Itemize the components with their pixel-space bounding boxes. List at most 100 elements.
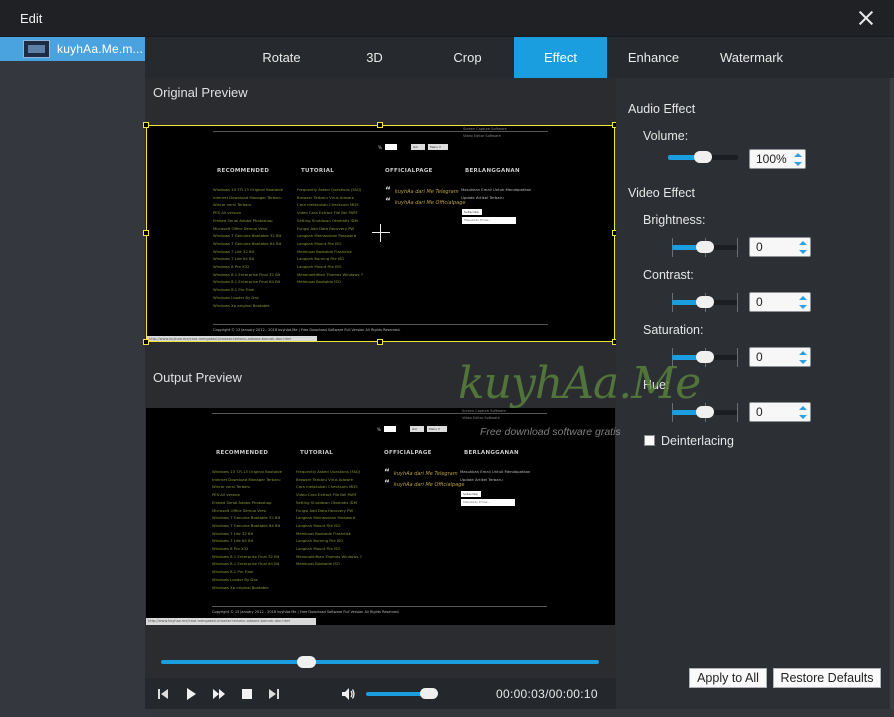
site-email-field: Masukkan Email... bbox=[461, 499, 515, 506]
site-column-header: OFFICIALPAGE bbox=[384, 450, 432, 456]
site-sidebar-links: Screen Capture Software Video Editor Soft… bbox=[463, 127, 507, 138]
site-tutorial-list: Frequently Asked Questions (FAQ) Browser … bbox=[297, 187, 364, 285]
spin-arrows-icon[interactable] bbox=[799, 295, 808, 310]
hue-slider-handle[interactable] bbox=[696, 406, 714, 418]
stop-icon[interactable] bbox=[239, 686, 255, 702]
tab-effect[interactable]: Effect bbox=[514, 37, 607, 78]
crop-center-crosshair-icon[interactable] bbox=[372, 224, 390, 242]
skip-end-icon[interactable] bbox=[266, 686, 282, 702]
site-column-header: RECOMMENDED bbox=[216, 450, 269, 456]
volume-icon[interactable] bbox=[340, 686, 356, 702]
brightness-value: 0 bbox=[756, 240, 763, 254]
site-column-header: BERLANGGANAN bbox=[465, 168, 520, 174]
contrast-label: Contrast: bbox=[643, 268, 694, 282]
deinterlacing-label: Deinterlacing bbox=[661, 434, 734, 448]
output-preview-video: Screen Capture Software Video Editor Soft… bbox=[146, 408, 615, 625]
saturation-label: Saturation: bbox=[643, 323, 704, 337]
brightness-slider[interactable] bbox=[672, 238, 738, 257]
saturation-slider[interactable] bbox=[672, 348, 738, 367]
play-icon[interactable] bbox=[183, 686, 199, 702]
skip-start-icon[interactable] bbox=[155, 686, 171, 702]
volume-spinbox[interactable]: 100% bbox=[749, 149, 806, 169]
crop-handle-left[interactable] bbox=[143, 230, 149, 236]
tab-watermark[interactable]: Watermark bbox=[700, 37, 803, 78]
tab-rotate[interactable]: Rotate bbox=[235, 37, 328, 78]
site-copyright: Copyright © 13 January 2012 - 2018 kuyhA… bbox=[213, 328, 401, 332]
tab-3d[interactable]: 3D bbox=[328, 37, 421, 78]
crop-handle-bottom-left[interactable] bbox=[143, 339, 149, 345]
restore-defaults-button[interactable]: Restore Defaults bbox=[773, 668, 881, 688]
crop-handle-top[interactable] bbox=[377, 122, 383, 128]
site-recommended-list: Windows 10 T.R.13 Original Bootable Inter… bbox=[213, 187, 283, 308]
site-copyright: Copyright © 13 January 2012 - 2018 kuyhA… bbox=[212, 610, 400, 614]
original-preview-frame[interactable]: Screen Capture Software Video Editor Soft… bbox=[146, 125, 615, 342]
contrast-slider-handle[interactable] bbox=[696, 296, 714, 308]
file-name: kuyhAa.Me.m... bbox=[57, 42, 144, 56]
apply-to-all-button[interactable]: Apply to All bbox=[689, 668, 767, 688]
site-column-header: TUTORIAL bbox=[300, 450, 334, 456]
contrast-slider[interactable] bbox=[672, 293, 738, 312]
fast-forward-icon[interactable] bbox=[211, 686, 227, 702]
saturation-value: 0 bbox=[756, 350, 763, 364]
site-go-button: Go! bbox=[410, 426, 424, 432]
contrast-value: 0 bbox=[756, 295, 763, 309]
volume-slider-handle[interactable] bbox=[694, 151, 712, 163]
bottom-edge bbox=[145, 709, 894, 717]
window-title: Edit bbox=[20, 11, 43, 26]
tab-enhance[interactable]: Enhance bbox=[607, 37, 700, 78]
site-go-button: Go! bbox=[411, 144, 425, 150]
spin-arrows-icon[interactable] bbox=[799, 350, 808, 365]
original-preview-label: Original Preview bbox=[153, 85, 248, 100]
spin-arrows-icon[interactable] bbox=[799, 240, 808, 255]
hue-value: 0 bbox=[756, 405, 763, 419]
file-list: kuyhAa.Me.m... bbox=[0, 37, 145, 717]
site-official-links: “kuyhAa dari Me Telegram “kuyhAa dari Me … bbox=[385, 186, 466, 207]
site-recommended-list: Windows 10 T.R.13 Original Bootable Inter… bbox=[212, 469, 282, 590]
saturation-slider-handle[interactable] bbox=[696, 351, 714, 363]
site-menu-button: Menu ▾ bbox=[427, 426, 447, 432]
site-subscribe-text: Masukkan Email Untuk Mendapatkan Update A… bbox=[460, 469, 531, 482]
site-official-links: “kuyhAa dari Me Telegram “kuyhAa dari Me … bbox=[384, 468, 465, 489]
crop-handle-bottom[interactable] bbox=[377, 339, 383, 345]
brightness-spinbox[interactable]: 0 bbox=[749, 237, 811, 257]
playback-time: 00:00:03/00:00:10 bbox=[496, 687, 598, 701]
volume-label: Volume: bbox=[643, 129, 689, 143]
hue-spinbox[interactable]: 0 bbox=[749, 402, 811, 422]
hue-slider[interactable] bbox=[672, 403, 738, 422]
right-edge bbox=[890, 78, 894, 709]
seek-bar[interactable] bbox=[161, 660, 599, 664]
saturation-spinbox[interactable]: 0 bbox=[749, 347, 811, 367]
spin-arrows-icon[interactable] bbox=[799, 405, 808, 420]
site-tutorial-list: Frequently Asked Questions (FAQ) Browser … bbox=[296, 469, 363, 567]
site-search-box bbox=[384, 426, 396, 432]
site-subscribe-button: Subscribe bbox=[462, 209, 482, 215]
site-menu-button: Menu ▾ bbox=[428, 144, 448, 150]
tab-crop[interactable]: Crop bbox=[421, 37, 514, 78]
close-icon[interactable] bbox=[858, 10, 874, 26]
crop-handle-top-left[interactable] bbox=[143, 122, 149, 128]
browser-status-url: http://www.kuyhaa.me/cara-mengatasi-brow… bbox=[146, 618, 316, 625]
file-list-item[interactable]: kuyhAa.Me.m... bbox=[0, 37, 145, 61]
site-subscribe-button: Subscribe bbox=[461, 491, 481, 497]
volume-handle[interactable] bbox=[420, 688, 438, 699]
contrast-spinbox[interactable]: 0 bbox=[749, 292, 811, 312]
seek-handle[interactable] bbox=[297, 656, 316, 668]
spin-arrows-icon[interactable] bbox=[794, 152, 803, 167]
output-preview-label: Output Preview bbox=[153, 370, 242, 385]
site-column-header: RECOMMENDED bbox=[217, 168, 270, 174]
site-subscribe-text: Masukkan Email Untuk Mendapatkan Update A… bbox=[461, 187, 532, 200]
preview-area: Original Preview Screen Capture Software… bbox=[143, 78, 618, 709]
effect-settings-panel: Audio Effect Volume: 100% Video Effect B… bbox=[616, 78, 894, 709]
output-preview-frame: Screen Capture Software Video Editor Soft… bbox=[146, 408, 615, 625]
video-thumbnail bbox=[23, 40, 50, 58]
title-bar: Edit bbox=[0, 0, 894, 37]
site-column-header: BERLANGGANAN bbox=[464, 450, 519, 456]
site-email-field: Masukkan Email... bbox=[462, 217, 516, 224]
audio-effect-heading: Audio Effect bbox=[628, 102, 696, 116]
brightness-label: Brightness: bbox=[643, 213, 706, 227]
deinterlacing-checkbox[interactable] bbox=[644, 435, 655, 446]
volume-slider[interactable] bbox=[668, 151, 738, 163]
browser-status-url: http://www.kuyhaa.me/cara-mengatasi-brow… bbox=[147, 336, 317, 341]
brightness-slider-handle[interactable] bbox=[696, 241, 714, 253]
site-sidebar-links: Screen Capture Software Video Editor Soft… bbox=[462, 409, 506, 420]
